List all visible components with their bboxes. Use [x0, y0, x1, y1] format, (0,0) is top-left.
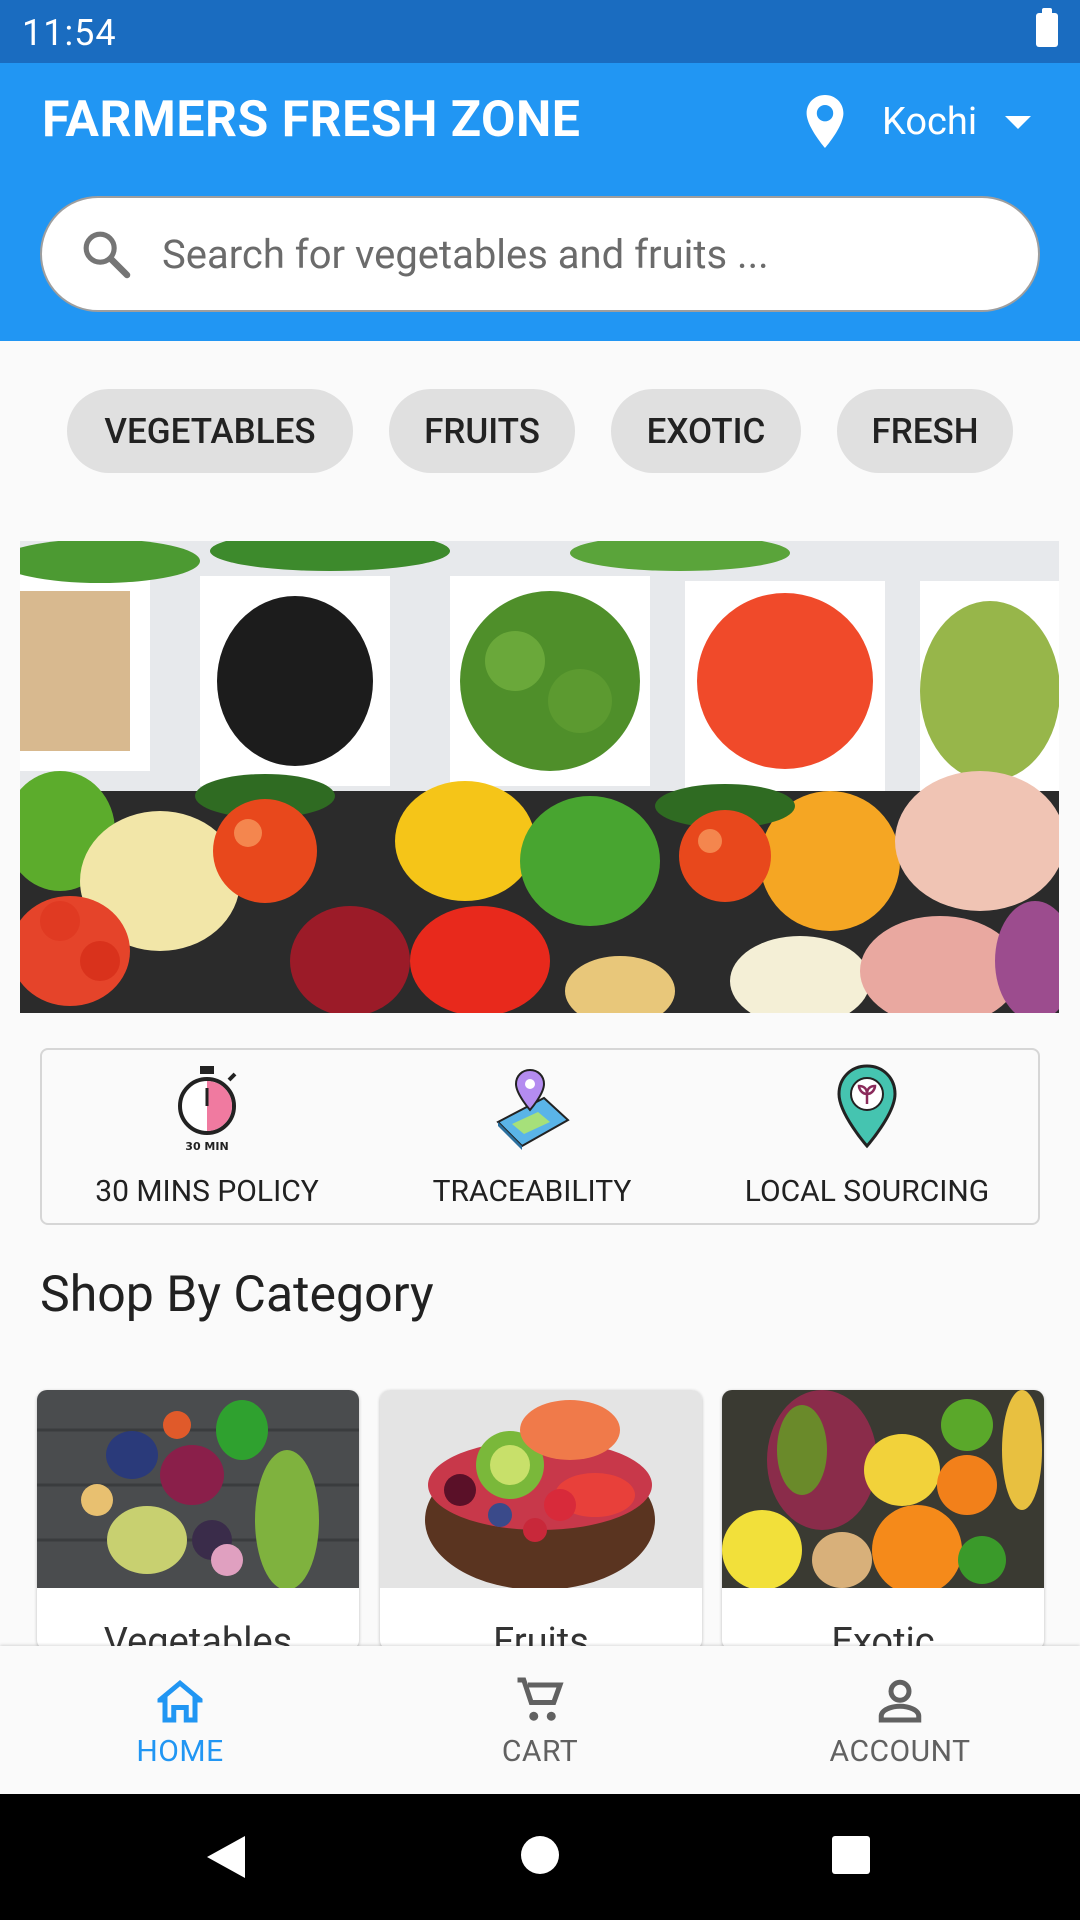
search-icon — [83, 231, 131, 279]
recents-icon[interactable] — [831, 1835, 871, 1875]
feature-local-sourcing[interactable]: LOCAL SOURCING — [722, 1062, 1012, 1209]
battery-icon — [1036, 8, 1058, 47]
map-pin-icon — [496, 1068, 570, 1150]
nav-account[interactable]: ACCOUNT — [720, 1646, 1080, 1794]
hero-banner[interactable] — [20, 541, 1059, 1013]
location-picker[interactable]: Kochi — [800, 87, 1032, 157]
category-card-vegetables[interactable]: Vegetables — [37, 1390, 359, 1650]
status-time: 11:54 — [22, 12, 117, 54]
nav-home[interactable]: HOME — [0, 1646, 360, 1794]
home-circle-icon[interactable] — [520, 1835, 560, 1875]
cart-icon — [517, 1677, 564, 1721]
app-header: FARMERS FRESH ZONE Kochi — [0, 63, 1080, 341]
dropdown-arrow-icon — [1005, 115, 1032, 129]
nav-label: CART — [501, 1734, 579, 1769]
nav-label: ACCOUNT — [829, 1734, 971, 1769]
search-input[interactable] — [162, 230, 982, 278]
system-nav-bar — [0, 1794, 1080, 1920]
feature-label: LOCAL SOURCING — [744, 1174, 990, 1209]
app-title: FARMERS FRESH ZONE — [42, 91, 581, 149]
chip-fresh[interactable]: FRESH — [837, 389, 1013, 473]
category-image-fruits — [380, 1390, 702, 1590]
category-card-exotic[interactable]: Exotic — [722, 1390, 1044, 1650]
chip-exotic[interactable]: EXOTIC — [611, 389, 801, 473]
category-image-exotic — [722, 1390, 1044, 1595]
hero-banner-image — [20, 541, 1059, 1013]
feature-label: 30 MINS POLICY — [95, 1174, 319, 1209]
chip-vegetables[interactable]: VEGETABLES — [67, 389, 353, 473]
stopwatch-icon: 30 MIN — [178, 1066, 237, 1153]
feature-traceability[interactable]: TRACEABILITY — [412, 1062, 652, 1209]
bottom-nav: HOME CART ACCOUNT — [0, 1646, 1080, 1794]
local-pin-icon — [837, 1064, 897, 1149]
chip-row: VEGETABLES FRUITS EXOTIC FRESH — [0, 389, 1080, 473]
status-bar: 11:54 — [0, 0, 1080, 63]
home-icon — [157, 1680, 203, 1723]
location-pin-icon — [806, 95, 844, 148]
location-name: Kochi — [882, 100, 978, 144]
search-box[interactable] — [40, 196, 1040, 312]
nav-label: HOME — [136, 1734, 224, 1769]
stopwatch-icon-text: 30 MIN — [185, 1140, 228, 1152]
chip-fruits[interactable]: FRUITS — [389, 389, 575, 473]
feature-label: TRACEABILITY — [432, 1174, 632, 1209]
account-icon — [878, 1679, 922, 1723]
section-title: Shop By Category — [40, 1266, 434, 1324]
features-card: 30 MIN 30 MINS POLICY TRACEABILITY LOCAL… — [40, 1048, 1040, 1225]
category-image-vegetables — [37, 1390, 359, 1590]
category-card-fruits[interactable]: Fruits — [380, 1390, 702, 1650]
nav-cart[interactable]: CART — [360, 1646, 720, 1794]
feature-30-mins[interactable]: 30 MIN 30 MINS POLICY — [92, 1062, 322, 1209]
back-icon[interactable] — [205, 1834, 247, 1880]
